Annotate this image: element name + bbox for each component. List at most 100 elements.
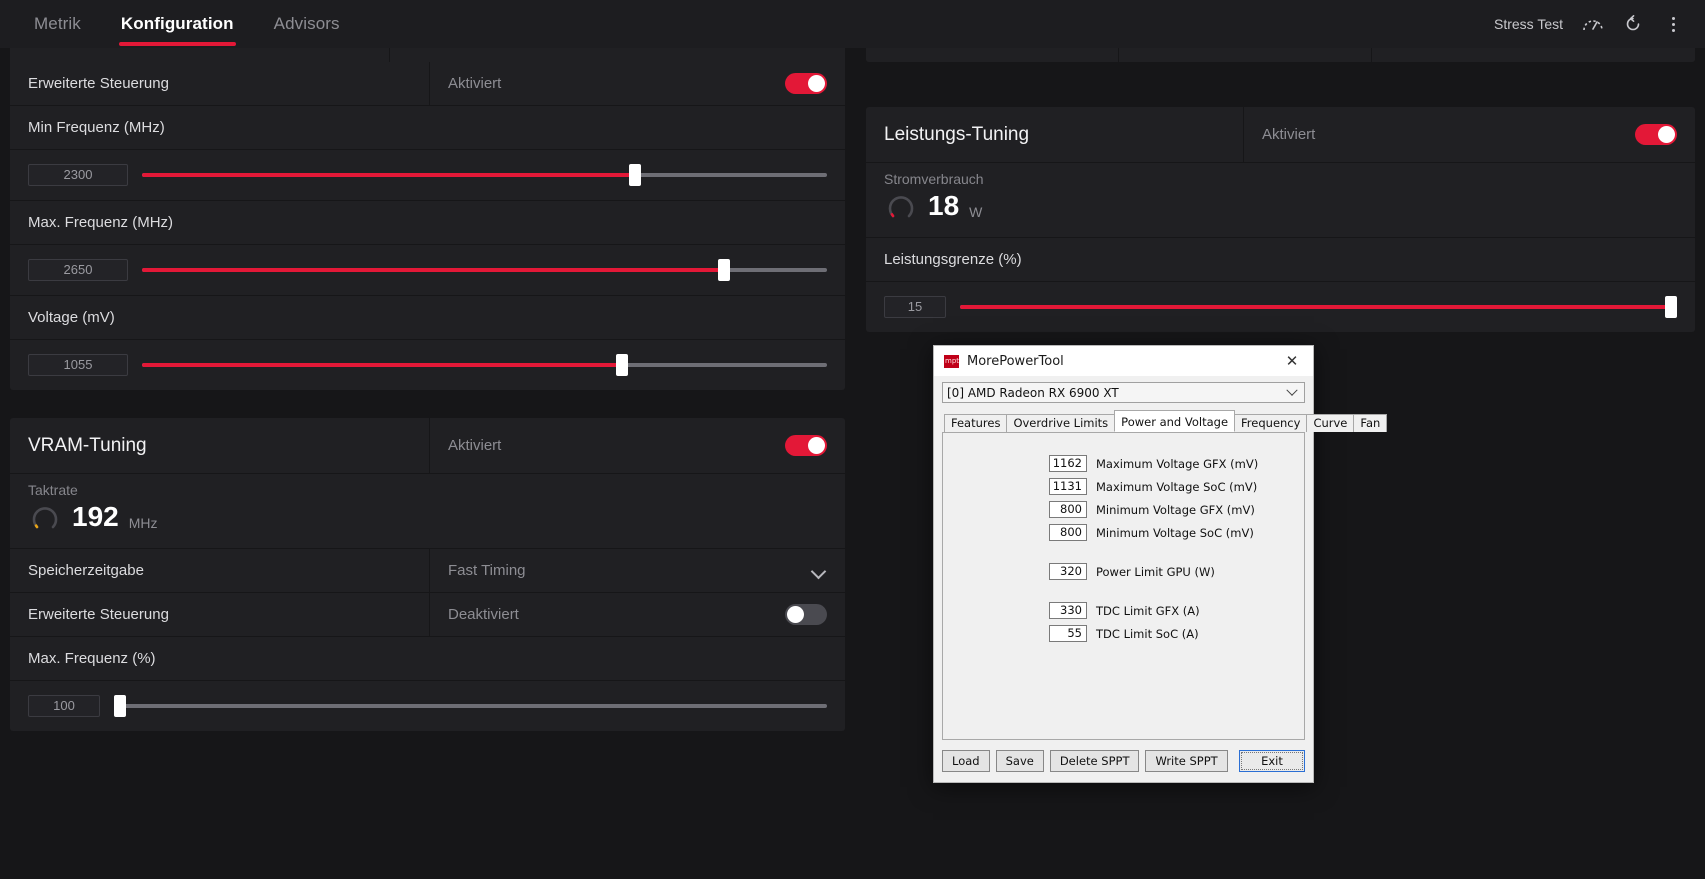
mpt-input-tdc-limit-gfx[interactable]: 330 (1049, 602, 1087, 619)
mpt-write-sppt-button[interactable]: Write SPPT (1145, 750, 1228, 772)
nav-tab-list: Metrik Konfiguration Advisors (0, 0, 360, 48)
row-min-freq-label: Min Frequenz (MHz) (10, 106, 845, 150)
mpt-device-select[interactable]: [0] AMD Radeon RX 6900 XT (942, 382, 1305, 403)
gpu-advanced-control-label: Erweiterte Steuerung (10, 62, 430, 105)
mpt-field-tdc-limit-gfx: 330 TDC Limit GFX (A) (943, 602, 1304, 619)
voltage-slider[interactable] (142, 354, 827, 376)
vram-max-freq-label: Max. Frequenz (%) (28, 650, 156, 667)
vram-clock-unit: MHz (128, 515, 158, 531)
mpt-field-max-voltage-soc: 1131 Maximum Voltage SoC (mV) (943, 478, 1304, 495)
mpt-tab-list: Features Overdrive Limits Power and Volt… (942, 410, 1388, 433)
vram-tuning-title: VRAM-Tuning (10, 418, 430, 473)
min-freq-slider[interactable] (142, 164, 827, 186)
mpt-device-value: [0] AMD Radeon RX 6900 XT (947, 385, 1119, 400)
mpt-input-max-voltage-gfx[interactable]: 1162 (1049, 455, 1087, 472)
mpt-label-power-limit-gpu: Power Limit GPU (W) (1096, 564, 1215, 579)
max-freq-value[interactable]: 2650 (28, 259, 128, 281)
mpt-field-power-limit-gpu: 320 Power Limit GPU (W) (943, 563, 1304, 580)
chevron-down-icon[interactable] (811, 563, 827, 579)
chevron-down-icon[interactable] (1284, 383, 1300, 402)
mpt-label-tdc-limit-soc: TDC Limit SoC (A) (1096, 626, 1199, 641)
gauge-arc-icon (32, 507, 58, 529)
vram-max-freq-slider[interactable] (113, 695, 827, 717)
max-freq-slider[interactable] (142, 259, 827, 281)
max-freq-label: Max. Frequenz (MHz) (28, 214, 174, 231)
power-limit-value[interactable]: 15 (884, 296, 946, 318)
mpt-tab-features[interactable]: Features (944, 414, 1008, 432)
mpt-power-and-voltage-pane: 1162 Maximum Voltage GFX (mV) 1131 Maxim… (942, 433, 1305, 740)
mpt-field-max-voltage-gfx: 1162 Maximum Voltage GFX (mV) (943, 455, 1304, 472)
mpt-input-max-voltage-soc[interactable]: 1131 (1049, 478, 1087, 495)
mpt-title-text: MorePowerTool (967, 353, 1064, 369)
overflow-menu-icon[interactable] (1653, 4, 1693, 44)
power-tuning-toggle[interactable] (1635, 124, 1677, 145)
vram-max-freq-slider-thumb[interactable] (113, 695, 126, 717)
min-freq-slider-thumb[interactable] (629, 164, 642, 186)
vram-advanced-control-state: Deaktiviert (448, 606, 519, 623)
vram-tuning-toggle[interactable] (785, 435, 827, 456)
memory-timing-label: Speicherzeitgabe (10, 549, 430, 592)
min-freq-label: Min Frequenz (MHz) (28, 119, 165, 136)
max-freq-slider-row: 2650 (10, 245, 845, 296)
nav-tab-konfiguration[interactable]: Konfiguration (101, 0, 254, 48)
mpt-field-min-voltage-gfx: 800 Minimum Voltage GFX (mV) (943, 501, 1304, 518)
vram-advanced-control-label: Erweiterte Steuerung (10, 593, 430, 636)
power-limit-slider[interactable] (960, 296, 1678, 318)
vram-max-freq-value[interactable]: 100 (28, 695, 100, 717)
vram-tuning-state: Aktiviert (448, 437, 502, 454)
row-vram-max-freq-label: Max. Frequenz (%) (10, 637, 845, 681)
vram-advanced-control-toggle[interactable] (785, 604, 827, 625)
top-navigation-bar: Metrik Konfiguration Advisors Stress Tes… (0, 0, 1705, 48)
vram-max-freq-slider-row: 100 (10, 681, 845, 731)
close-icon[interactable]: ✕ (1271, 346, 1313, 376)
mpt-input-power-limit-gpu[interactable]: 320 (1049, 563, 1087, 580)
mpt-label-min-voltage-gfx: Minimum Voltage GFX (mV) (1096, 502, 1255, 517)
vram-tuning-panel: VRAM-Tuning Aktiviert Taktrate 192 MHz S… (10, 418, 845, 731)
mpt-titlebar: MorePowerTool ✕ (934, 346, 1313, 376)
mpt-label-max-voltage-soc: Maximum Voltage SoC (mV) (1096, 479, 1258, 494)
row-memory-timing[interactable]: Speicherzeitgabe Fast Timing (10, 549, 845, 593)
mpt-input-min-voltage-soc[interactable]: 800 (1049, 524, 1087, 541)
min-freq-value[interactable]: 2300 (28, 164, 128, 186)
mpt-tab-overdrive-limits[interactable]: Overdrive Limits (1006, 414, 1116, 432)
right-column: Lüftergeschwindigkeit 0 RPM Aktuelle Tem… (866, 0, 1695, 350)
mpt-tab-frequency[interactable]: Frequency (1234, 414, 1308, 432)
vram-clock-readout: Taktrate 192 MHz (10, 474, 845, 549)
power-tuning-panel: Leistungs-Tuning Aktiviert Stromverbrauc… (866, 107, 1695, 332)
vram-tuning-header: VRAM-Tuning Aktiviert (10, 418, 845, 474)
left-column: Taktrate 33 MHz Spannung (10, 0, 845, 749)
mpt-tab-fan[interactable]: Fan (1353, 414, 1388, 432)
reset-icon[interactable] (1613, 4, 1653, 44)
main-content: Taktrate 33 MHz Spannung (0, 0, 1705, 879)
power-tuning-state: Aktiviert (1262, 126, 1316, 143)
stress-test-icon[interactable] (1573, 4, 1613, 44)
gpu-advanced-control-toggle[interactable] (785, 73, 827, 94)
max-freq-slider-thumb[interactable] (718, 259, 731, 281)
vram-clock-value: 192 (72, 501, 119, 532)
gauge-arc-icon (888, 196, 914, 218)
memory-timing-value: Fast Timing (448, 562, 526, 579)
vram-clock-label: Taktrate (28, 482, 78, 498)
mpt-device-area: [0] AMD Radeon RX 6900 XT Features Overd… (934, 376, 1388, 433)
row-vram-advanced-control: Erweiterte Steuerung Deaktiviert (10, 593, 845, 637)
mpt-label-tdc-limit-gfx: TDC Limit GFX (A) (1096, 603, 1200, 618)
min-freq-slider-row: 2300 (10, 150, 845, 201)
voltage-value[interactable]: 1055 (28, 354, 128, 376)
mpt-input-tdc-limit-soc[interactable]: 55 (1049, 625, 1087, 642)
mpt-save-button[interactable]: Save (995, 750, 1044, 772)
power-tuning-title: Leistungs-Tuning (866, 107, 1244, 162)
power-draw-unit: W (969, 204, 983, 220)
voltage-slider-thumb[interactable] (615, 354, 628, 376)
mpt-input-min-voltage-gfx[interactable]: 800 (1049, 501, 1087, 518)
nav-tab-advisors[interactable]: Advisors (254, 0, 360, 48)
nav-tab-metrik[interactable]: Metrik (14, 0, 101, 48)
mpt-load-button[interactable]: Load (942, 750, 990, 772)
mpt-delete-sppt-button[interactable]: Delete SPPT (1049, 750, 1140, 772)
mpt-app-icon (944, 354, 959, 368)
adrenalin-app-window: Taktrate 33 MHz Spannung (0, 0, 1705, 879)
gpu-tuning-panel: Taktrate 33 MHz Spannung (10, 0, 845, 390)
mpt-exit-button[interactable]: Exit (1239, 750, 1305, 772)
power-limit-slider-thumb[interactable] (1665, 296, 1678, 318)
mpt-tab-curve[interactable]: Curve (1306, 414, 1355, 432)
mpt-tab-power-and-voltage[interactable]: Power and Voltage (1114, 410, 1236, 432)
